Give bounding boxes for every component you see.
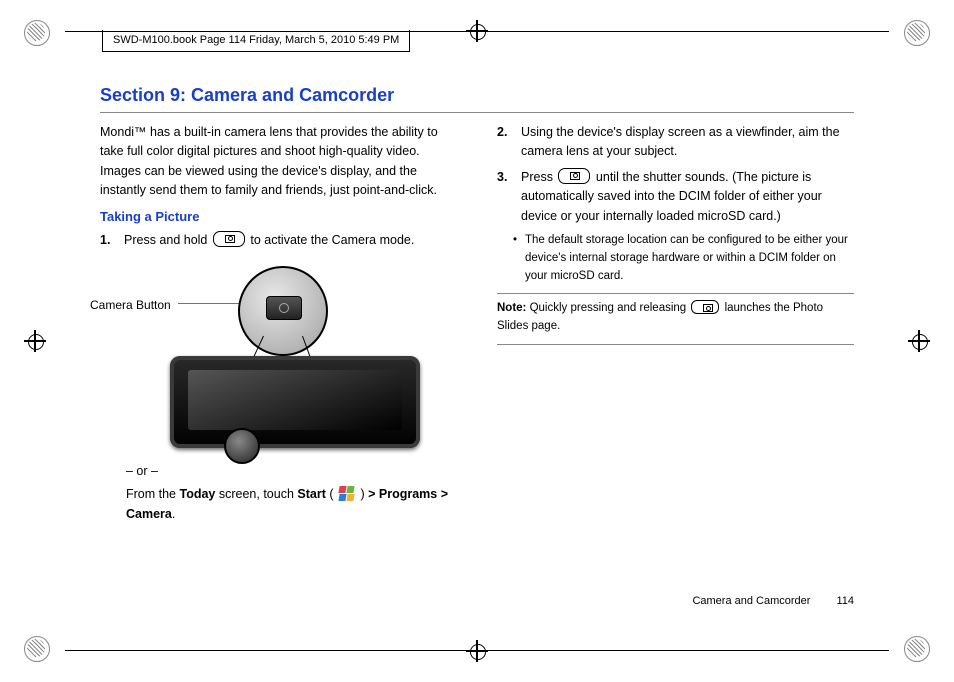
registration-mark-icon [904, 636, 930, 662]
footer-page-number: 114 [836, 595, 854, 607]
diagram-label-camera-button: Camera Button [90, 296, 171, 315]
text: screen, touch [215, 487, 297, 501]
crop-mark-icon [466, 640, 488, 662]
camera-button-icon [558, 168, 590, 184]
subheading-taking-picture: Taking a Picture [100, 207, 457, 227]
horizontal-rule [497, 344, 854, 345]
crop-mark-icon [908, 330, 930, 352]
step-text: Press and hold [124, 233, 211, 247]
note-label: Note: [497, 302, 526, 314]
step-1-alt: From the Today screen, touch Start ( ) >… [100, 485, 457, 524]
text: . [172, 507, 175, 521]
left-column: Mondi™ has a built-in camera lens that p… [100, 123, 457, 530]
diagram-zoom-small [224, 428, 260, 464]
document-header: SWD-M100.book Page 114 Friday, March 5, … [102, 30, 410, 52]
footer-section-name: Camera and Camcorder [692, 595, 810, 607]
step-text: Using the device's display screen as a v… [521, 125, 840, 158]
step-3: 3. Press until the shutter sounds. (The … [497, 168, 854, 226]
right-column: 2. Using the device's display screen as … [497, 123, 854, 530]
crop-line [65, 650, 889, 651]
step-number: 3. [497, 168, 507, 187]
step-text: Press [521, 170, 556, 184]
windows-start-icon [339, 486, 355, 502]
camera-button-icon [213, 231, 245, 247]
section-title: Section 9: Camera and Camcorder [100, 85, 854, 106]
device-diagram: Camera Button [90, 256, 420, 456]
bold-start: Start [297, 487, 325, 501]
registration-mark-icon [904, 20, 930, 46]
registration-mark-icon [24, 20, 50, 46]
bold-today: Today [180, 487, 216, 501]
or-separator: – or – [126, 462, 457, 481]
note-text: Quickly pressing and releasing [526, 302, 689, 314]
step-3-bullet: The default storage location can be conf… [497, 232, 854, 285]
step-1: 1. Press and hold to activate the Camera… [100, 231, 457, 250]
text: ) [357, 487, 368, 501]
note: Note: Quickly pressing and releasing lau… [497, 300, 854, 336]
step-number: 1. [100, 231, 110, 250]
horizontal-rule [497, 293, 854, 294]
text: ( [326, 487, 337, 501]
diagram-zoom-camera-button [238, 266, 328, 356]
step-text: to activate the Camera mode. [250, 233, 414, 247]
crop-mark-icon [24, 330, 46, 352]
registration-mark-icon [24, 636, 50, 662]
step-2: 2. Using the device's display screen as … [497, 123, 854, 162]
intro-paragraph: Mondi™ has a built-in camera lens that p… [100, 123, 457, 201]
camera-button-icon [691, 300, 719, 314]
page-footer: Camera and Camcorder 114 [692, 595, 854, 607]
text: From the [126, 487, 180, 501]
step-number: 2. [497, 123, 507, 142]
horizontal-rule [100, 112, 854, 113]
diagram-device-image [170, 356, 420, 448]
